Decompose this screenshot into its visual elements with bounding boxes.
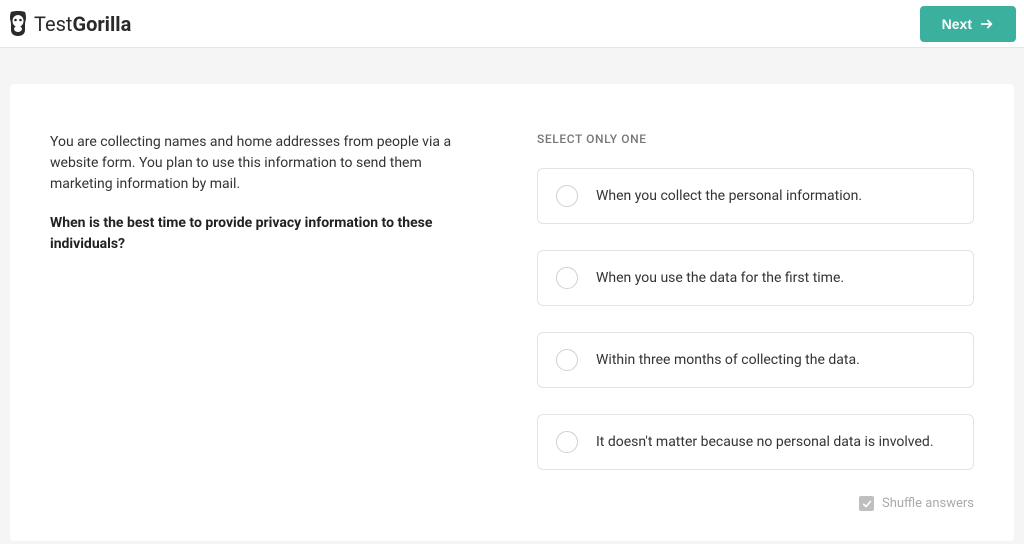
answer-option-4[interactable]: It doesn't matter because no personal da…	[537, 414, 974, 470]
radio-icon	[556, 349, 578, 371]
content: You are collecting names and home addres…	[0, 48, 1024, 541]
logo-text: TestGorilla	[34, 12, 131, 36]
answer-option-2[interactable]: When you use the data for the first time…	[537, 250, 974, 306]
answer-option-1[interactable]: When you collect the personal informatio…	[537, 168, 974, 224]
answers-instruction: SELECT ONLY ONE	[537, 132, 974, 146]
radio-icon	[556, 185, 578, 207]
logo-text-a: Test	[34, 12, 72, 36]
next-button-label: Next	[942, 16, 972, 32]
question-context: You are collecting names and home addres…	[50, 132, 487, 195]
answers-column: SELECT ONLY ONE When you collect the per…	[537, 132, 974, 511]
answer-option-text: When you collect the personal informatio…	[596, 188, 862, 204]
radio-icon	[556, 267, 578, 289]
question-card: You are collecting names and home addres…	[10, 84, 1014, 541]
checkbox-checked-icon	[859, 496, 874, 511]
gorilla-icon	[6, 10, 30, 38]
shuffle-answers: Shuffle answers	[537, 496, 974, 511]
answer-option-text: When you use the data for the first time…	[596, 270, 844, 286]
header: TestGorilla Next	[0, 0, 1024, 48]
question-prompt: When is the best time to provide privacy…	[50, 213, 487, 255]
answer-option-3[interactable]: Within three months of collecting the da…	[537, 332, 974, 388]
answer-option-text: It doesn't matter because no personal da…	[596, 434, 934, 450]
answer-option-text: Within three months of collecting the da…	[596, 352, 860, 368]
question-column: You are collecting names and home addres…	[50, 132, 487, 511]
radio-icon	[556, 431, 578, 453]
arrow-right-icon	[980, 17, 994, 31]
logo-text-b: Gorilla	[72, 12, 131, 36]
next-button[interactable]: Next	[920, 6, 1016, 42]
logo: TestGorilla	[6, 10, 131, 38]
shuffle-label: Shuffle answers	[882, 496, 974, 511]
